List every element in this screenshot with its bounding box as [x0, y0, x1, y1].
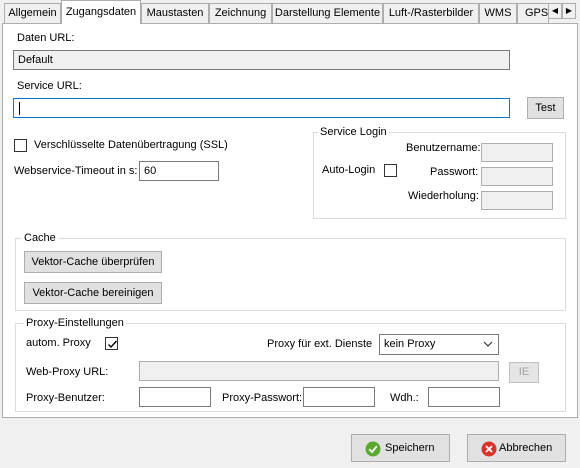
ext-services-proxy-value: kein Proxy	[384, 338, 436, 350]
clean-vector-cache-button[interactable]: Vektor-Cache bereinigen	[24, 282, 162, 304]
tab-gps[interactable]: GPS	[517, 3, 549, 23]
checkmark-circle-icon	[365, 441, 381, 457]
ssl-checkbox[interactable]	[14, 139, 27, 152]
proxy-title: Proxy-Einstellungen	[24, 317, 126, 330]
tab-scroll-right-button[interactable]: ▶	[562, 3, 576, 19]
cache-title: Cache	[22, 232, 58, 245]
proxy-user-label: Proxy-Benutzer:	[26, 392, 105, 404]
proxy-password-input[interactable]	[303, 387, 375, 407]
tab-luft-rasterbilder[interactable]: Luft-/Rasterbilder	[383, 3, 479, 23]
tab-strip: Allgemein Zugangsdaten Maustasten Zeichn…	[0, 0, 580, 24]
proxy-password-label: Proxy-Passwort:	[222, 392, 303, 404]
ssl-label: Verschlüsselte Datenübertragung (SSL)	[34, 139, 228, 151]
close-circle-icon	[481, 441, 497, 457]
timeout-label: Webservice-Timeout in s:	[14, 165, 138, 177]
tab-label: Zugangsdaten	[65, 6, 137, 18]
save-button[interactable]: Speichern	[351, 434, 450, 462]
service-url-input[interactable]	[13, 98, 510, 118]
ie-proxy-button[interactable]: IE	[509, 362, 539, 383]
auto-login-label: Auto-Login	[322, 164, 376, 176]
test-button[interactable]: Test	[527, 97, 564, 119]
tab-wms[interactable]: WMS	[479, 3, 517, 23]
proxy-user-input[interactable]	[139, 387, 211, 407]
cancel-button[interactable]: Abbrechen	[467, 434, 566, 462]
tab-scroll-left-button[interactable]: ◀	[548, 3, 562, 19]
proxy-repeat-input[interactable]	[428, 387, 500, 407]
username-label: Benutzername:	[406, 142, 481, 154]
proxy-repeat-label: Wdh.:	[390, 392, 419, 404]
repeat-password-label: Wiederholung:	[408, 190, 479, 202]
checkmark-icon	[108, 340, 118, 349]
tab-label: Allgemein	[8, 7, 57, 19]
tab-label: GPS	[525, 7, 549, 19]
username-field[interactable]	[481, 143, 553, 162]
auto-login-checkbox[interactable]	[384, 164, 397, 177]
web-proxy-url-label: Web-Proxy URL:	[26, 366, 109, 378]
password-label: Passwort:	[430, 166, 479, 178]
tab-label: WMS	[484, 7, 512, 19]
data-url-field[interactable]: Default	[13, 50, 510, 70]
save-label: Speichern	[385, 442, 435, 454]
timeout-input[interactable]: 60	[139, 161, 219, 181]
tab-label: Maustasten	[146, 7, 204, 19]
chevron-left-icon: ◀	[551, 6, 559, 15]
tab-label: Darstellung Elemente	[274, 7, 381, 19]
auto-proxy-label: autom. Proxy	[26, 337, 91, 349]
tab-label: Zeichnung	[214, 7, 267, 19]
cancel-label: Abbrechen	[499, 442, 553, 454]
password-field[interactable]	[481, 167, 553, 186]
tab-darstellung-elemente[interactable]: Darstellung Elemente	[272, 3, 383, 23]
ext-services-proxy-select[interactable]: kein Proxy	[379, 334, 499, 355]
tab-maustasten[interactable]: Maustasten	[141, 3, 209, 23]
tab-zugangsdaten[interactable]: Zugangsdaten	[61, 0, 141, 24]
chevron-right-icon: ▶	[565, 6, 573, 15]
service-url-label: Service URL:	[17, 80, 82, 92]
tab-zeichnung[interactable]: Zeichnung	[209, 3, 272, 23]
text-caret	[19, 101, 20, 115]
data-url-label: Daten URL:	[17, 32, 75, 44]
repeat-password-field[interactable]	[481, 191, 553, 210]
tab-allgemein[interactable]: Allgemein	[4, 3, 61, 23]
ext-services-proxy-label: Proxy für ext. Dienste	[267, 338, 373, 350]
auto-proxy-checkbox[interactable]	[105, 337, 118, 350]
tab-label: Luft-/Rasterbilder	[388, 7, 474, 19]
web-proxy-url-field[interactable]	[139, 361, 499, 381]
chevron-down-icon	[483, 341, 493, 347]
check-vector-cache-button[interactable]: Vektor-Cache überprüfen	[24, 251, 162, 273]
service-login-title: Service Login	[318, 126, 389, 139]
